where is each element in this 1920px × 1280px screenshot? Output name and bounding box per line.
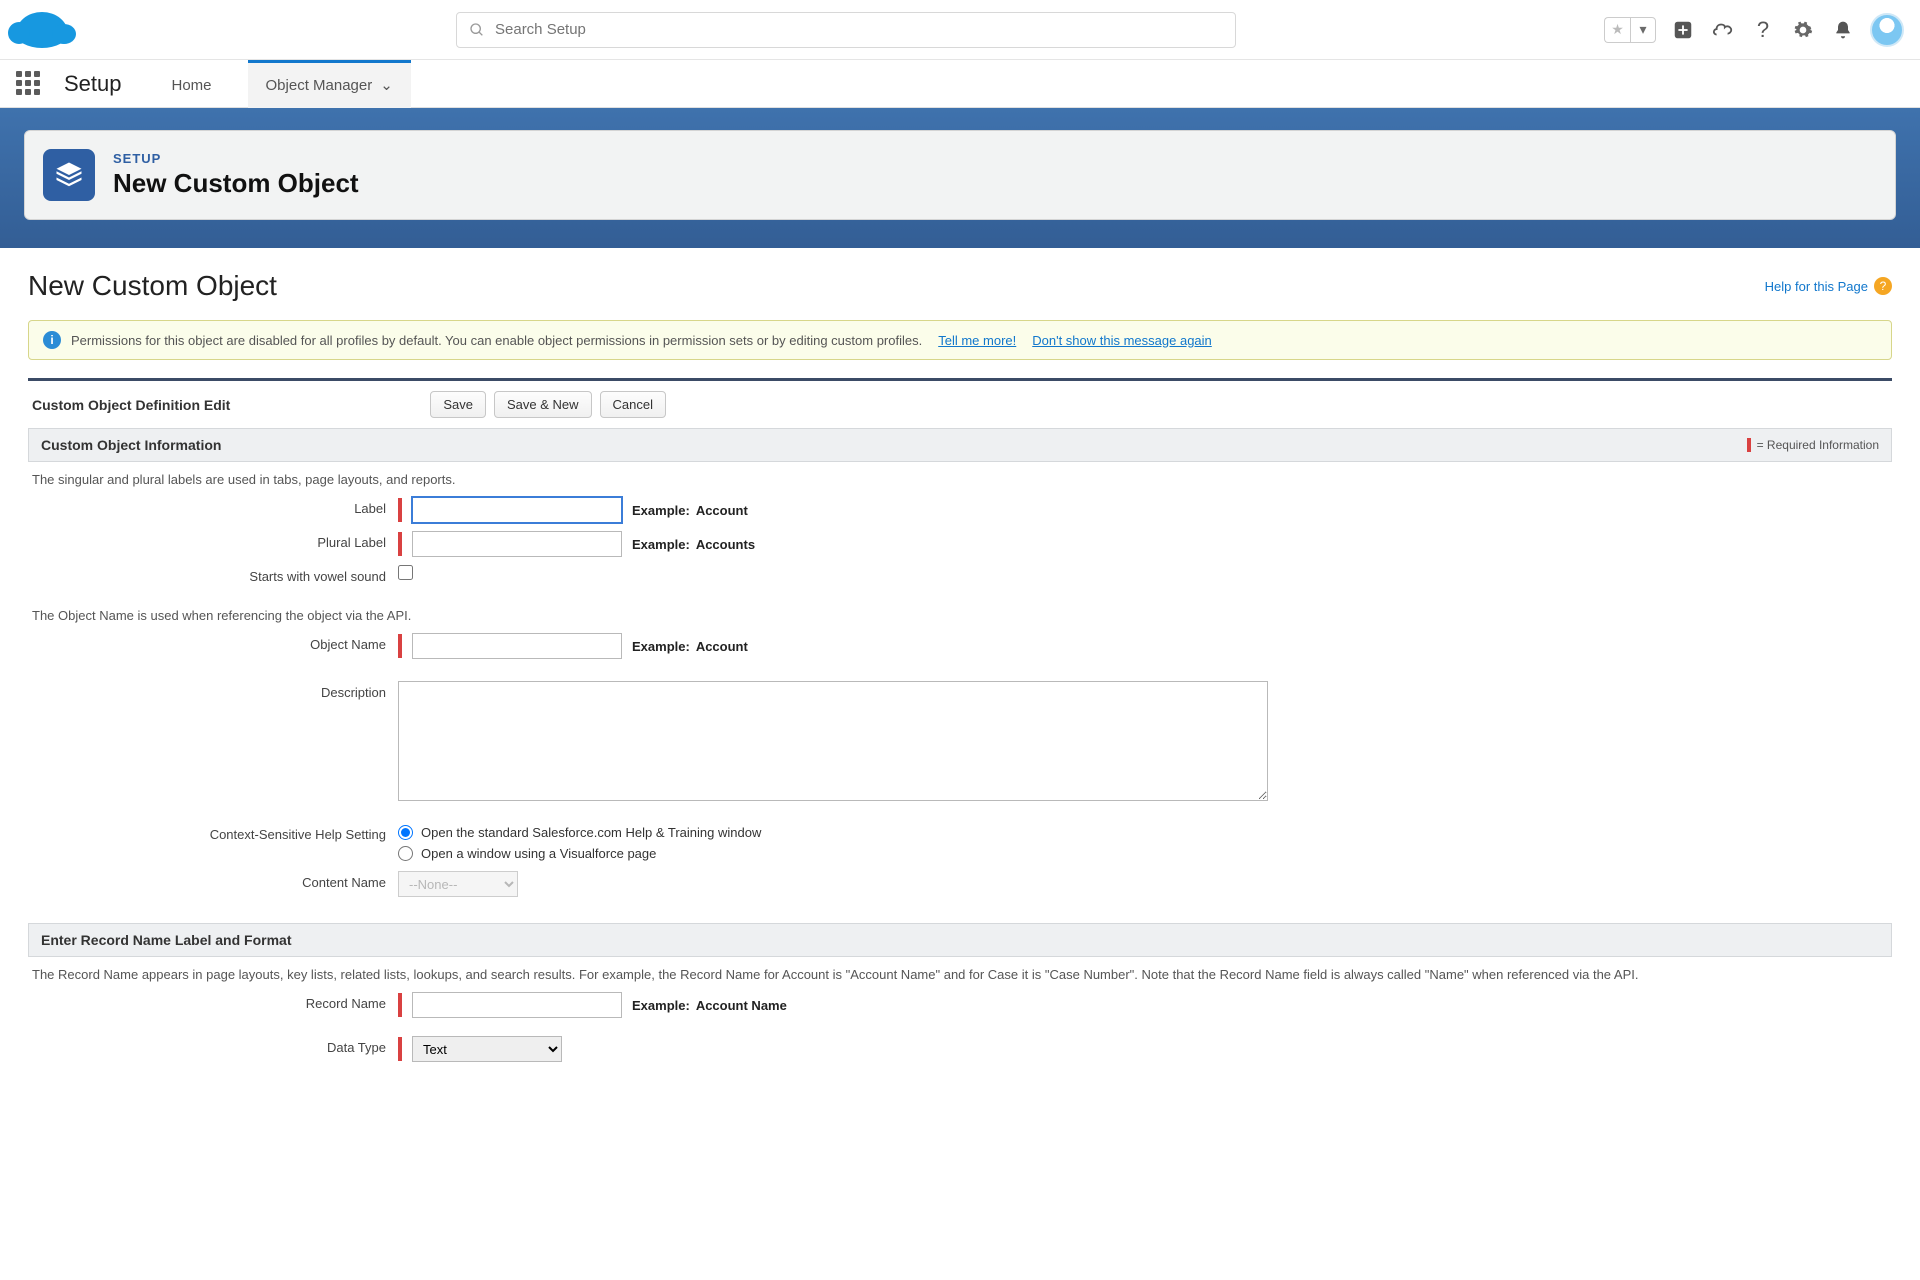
custom-object-layers-icon <box>43 149 95 201</box>
required-marker-icon <box>398 498 402 522</box>
required-marker-icon <box>1747 438 1751 452</box>
help-badge-icon: ? <box>1874 277 1892 295</box>
required-marker-icon <box>398 993 402 1017</box>
user-avatar[interactable] <box>1870 13 1904 47</box>
example-key: Example: <box>632 639 690 654</box>
record-name-input[interactable] <box>412 992 622 1018</box>
action-buttons: Save Save & New Cancel <box>430 391 666 418</box>
help-radio-standard[interactable]: Open the standard Salesforce.com Help & … <box>398 823 761 842</box>
save-new-button[interactable]: Save & New <box>494 391 592 418</box>
help-radio-visualforce-input[interactable] <box>398 846 413 861</box>
record-name-field-label: Record Name <box>28 992 398 1011</box>
data-type-select[interactable]: Text <box>412 1036 562 1062</box>
star-icon[interactable]: ★ <box>1604 17 1630 43</box>
description-textarea[interactable] <box>398 681 1268 801</box>
global-create-icon[interactable] <box>1670 17 1696 43</box>
permissions-notice: i Permissions for this object are disabl… <box>28 320 1892 360</box>
global-header: ★ ▾ ? <box>0 0 1920 60</box>
plural-label-input[interactable] <box>412 531 622 557</box>
content-name-field-label: Content Name <box>28 871 398 890</box>
help-setting-field-label: Context-Sensitive Help Setting <box>28 823 398 842</box>
object-info-section-header: Custom Object Information = Required Inf… <box>28 428 1892 462</box>
objname-help-text: The Object Name is used when referencing… <box>28 588 1892 629</box>
help-link-label: Help for this Page <box>1765 279 1868 294</box>
required-marker-icon <box>398 532 402 556</box>
label-help-text: The singular and plural labels are used … <box>28 462 1892 493</box>
example-key: Example: <box>632 998 690 1013</box>
record-name-help-text: The Record Name appears in page layouts,… <box>28 957 1892 988</box>
salesforce-logo-icon <box>16 12 68 48</box>
vowel-checkbox[interactable] <box>398 565 413 580</box>
radio-label: Open a window using a Visualforce page <box>421 846 656 861</box>
required-marker-icon <box>398 1037 402 1061</box>
breadcrumb: SETUP <box>113 151 359 166</box>
chevron-down-icon[interactable]: ▾ <box>1630 17 1656 43</box>
definition-edit-bar: Custom Object Definition Edit Save Save … <box>28 381 1892 428</box>
plural-label-field-label: Plural Label <box>28 531 398 550</box>
search-icon <box>469 22 485 38</box>
object-name-input[interactable] <box>412 633 622 659</box>
context-name: Setup <box>60 71 136 97</box>
global-search[interactable] <box>456 12 1236 48</box>
cancel-button[interactable]: Cancel <box>600 391 666 418</box>
example-key: Example: <box>632 537 690 552</box>
header-utilities: ★ ▾ ? <box>1584 13 1904 47</box>
notifications-bell-icon[interactable] <box>1830 17 1856 43</box>
main-content: New Custom Object Help for this Page ? i… <box>0 248 1920 1088</box>
object-info-heading: Custom Object Information <box>41 437 221 453</box>
example-val: Account Name <box>696 998 787 1013</box>
object-name-field-label: Object Name <box>28 633 398 652</box>
help-radio-visualforce[interactable]: Open a window using a Visualforce page <box>398 844 656 863</box>
required-legend-text: = Required Information <box>1757 438 1879 452</box>
salesforce-help-icon[interactable] <box>1710 17 1736 43</box>
page-header-text: SETUP New Custom Object <box>113 151 359 199</box>
required-legend: = Required Information <box>1747 438 1879 452</box>
record-name-section-header: Enter Record Name Label and Format <box>28 923 1892 957</box>
favorites-menu[interactable]: ★ ▾ <box>1604 17 1656 43</box>
example-key: Example: <box>632 503 690 518</box>
save-button[interactable]: Save <box>430 391 486 418</box>
page-header-card: SETUP New Custom Object <box>24 130 1896 220</box>
info-icon: i <box>43 331 61 349</box>
tab-label: Object Manager <box>266 77 373 94</box>
page-header-title: New Custom Object <box>113 168 359 199</box>
example-val: Account <box>696 639 748 654</box>
data-type-field-label: Data Type <box>28 1036 398 1055</box>
page-header-band: SETUP New Custom Object <box>0 108 1920 248</box>
example-val: Account <box>696 503 748 518</box>
page-title: New Custom Object <box>28 270 1765 302</box>
hide-message-link[interactable]: Don't show this message again <box>1032 333 1212 348</box>
record-name-heading: Enter Record Name Label and Format <box>41 932 292 948</box>
context-tab-bar: Setup Home Object Manager ⌄ <box>0 60 1920 108</box>
help-question-icon[interactable]: ? <box>1750 17 1776 43</box>
label-field-label: Label <box>28 497 398 516</box>
tell-me-more-link[interactable]: Tell me more! <box>938 333 1016 348</box>
tab-object-manager[interactable]: Object Manager ⌄ <box>248 60 411 108</box>
search-input[interactable] <box>495 21 1223 38</box>
search-wrap <box>108 12 1584 48</box>
notice-text: Permissions for this object are disabled… <box>71 333 922 348</box>
radio-label: Open the standard Salesforce.com Help & … <box>421 825 761 840</box>
description-field-label: Description <box>28 681 398 700</box>
definition-edit-heading: Custom Object Definition Edit <box>32 397 230 413</box>
help-radio-standard-input[interactable] <box>398 825 413 840</box>
setup-gear-icon[interactable] <box>1790 17 1816 43</box>
app-launcher-icon[interactable] <box>16 71 42 97</box>
required-marker-icon <box>398 634 402 658</box>
vowel-field-label: Starts with vowel sound <box>28 565 398 584</box>
help-for-page-link[interactable]: Help for this Page ? <box>1765 277 1892 295</box>
content-name-select: --None-- <box>398 871 518 897</box>
example-val: Accounts <box>696 537 755 552</box>
tab-home[interactable]: Home <box>154 60 230 108</box>
label-input[interactable] <box>412 497 622 523</box>
chevron-down-icon: ⌄ <box>380 76 393 94</box>
